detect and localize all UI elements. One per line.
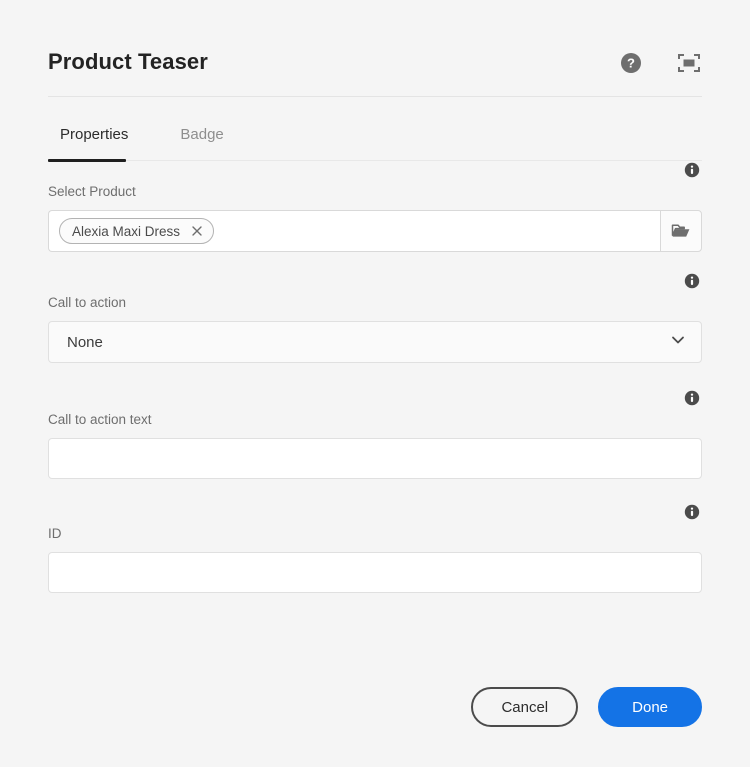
fullscreen-icon[interactable] bbox=[676, 50, 702, 76]
product-teaser-dialog: Product Teaser ? bbox=[0, 0, 750, 767]
label-call-to-action-text: Call to action text bbox=[48, 411, 702, 429]
help-icon-glyph: ? bbox=[620, 52, 642, 74]
info-row-call-to-action bbox=[48, 272, 702, 294]
chevron-down-icon bbox=[669, 331, 687, 353]
call-to-action-text-input[interactable] bbox=[48, 438, 702, 479]
info-row-call-to-action-text bbox=[48, 389, 702, 411]
svg-text:?: ? bbox=[627, 56, 635, 71]
field-call-to-action-text: Call to action text bbox=[48, 389, 702, 479]
info-icon[interactable] bbox=[684, 273, 700, 294]
close-icon[interactable] bbox=[190, 224, 204, 238]
field-id: ID bbox=[48, 503, 702, 593]
dialog-footer: Cancel Done bbox=[0, 687, 750, 767]
label-select-product: Select Product bbox=[48, 183, 702, 201]
info-icon[interactable] bbox=[684, 162, 700, 183]
header-actions: ? bbox=[618, 40, 702, 76]
help-icon[interactable]: ? bbox=[618, 50, 644, 76]
id-input[interactable] bbox=[48, 552, 702, 593]
info-icon[interactable] bbox=[684, 390, 700, 411]
close-icon-glyph bbox=[191, 225, 203, 237]
info-icon-glyph bbox=[684, 162, 700, 178]
call-to-action-select[interactable]: None bbox=[48, 321, 702, 363]
tab-badge[interactable]: Badge bbox=[168, 126, 235, 160]
info-icon-glyph bbox=[684, 273, 700, 289]
info-icon[interactable] bbox=[684, 504, 700, 525]
folder-icon-glyph bbox=[671, 222, 691, 240]
dialog-body: Select Product Alexia Maxi Dress bbox=[0, 161, 750, 687]
label-call-to-action: Call to action bbox=[48, 294, 702, 312]
info-icon-glyph bbox=[684, 390, 700, 406]
field-call-to-action: Call to action None bbox=[48, 272, 702, 363]
label-id: ID bbox=[48, 525, 702, 543]
tab-properties[interactable]: Properties bbox=[48, 126, 140, 160]
product-chip[interactable]: Alexia Maxi Dress bbox=[59, 218, 214, 244]
info-row-select-product bbox=[48, 161, 702, 183]
dialog-header: Product Teaser ? bbox=[0, 0, 750, 96]
info-row-id bbox=[48, 503, 702, 525]
page-title: Product Teaser bbox=[48, 40, 208, 76]
call-to-action-value: None bbox=[67, 334, 103, 351]
info-icon-glyph bbox=[684, 504, 700, 520]
cancel-button[interactable]: Cancel bbox=[471, 687, 578, 727]
fullscreen-icon-glyph bbox=[677, 52, 701, 74]
tablist: Properties Badge bbox=[48, 97, 702, 161]
product-chip-label: Alexia Maxi Dress bbox=[72, 224, 180, 239]
folder-icon[interactable] bbox=[660, 210, 702, 252]
done-button[interactable]: Done bbox=[598, 687, 702, 727]
product-picker-field[interactable]: Alexia Maxi Dress bbox=[48, 210, 660, 252]
field-select-product: Select Product Alexia Maxi Dress bbox=[48, 161, 702, 252]
chevron-down-icon-glyph bbox=[669, 331, 687, 349]
product-picker: Alexia Maxi Dress bbox=[48, 210, 702, 252]
